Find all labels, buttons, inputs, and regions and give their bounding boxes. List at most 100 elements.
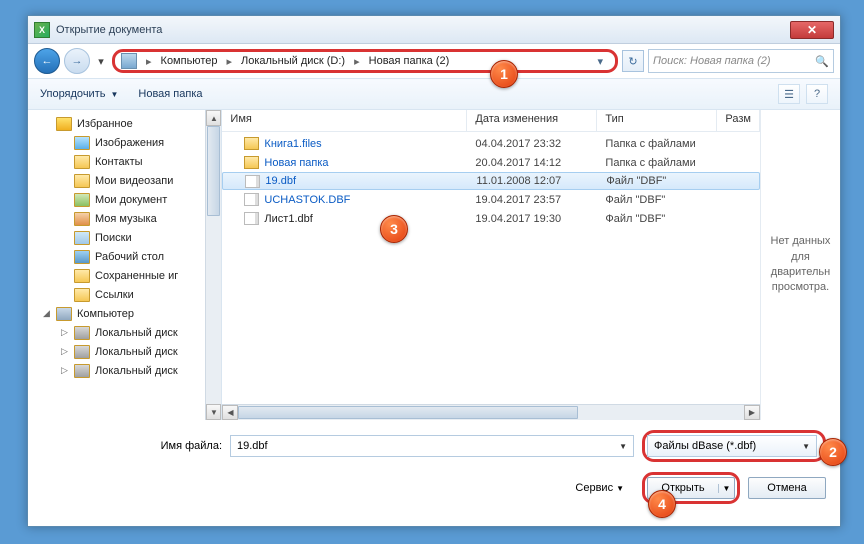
- column-size[interactable]: Разм: [717, 110, 760, 131]
- sidebar-item[interactable]: Избранное: [30, 114, 221, 133]
- file-icon: [245, 175, 260, 188]
- expand-icon[interactable]: ◢: [42, 308, 51, 319]
- new-folder-button[interactable]: Новая папка: [138, 88, 202, 100]
- sidebar-item[interactable]: ◢ Компьютер: [30, 304, 221, 323]
- close-button[interactable]: ✕: [790, 21, 834, 39]
- sidebar-item[interactable]: Рабочий стол: [30, 247, 221, 266]
- breadcrumb[interactable]: ▸ Компьютер ▸ Локальный диск (D:) ▸ Нова…: [112, 49, 618, 73]
- file-row[interactable]: 19.dbf11.01.2008 12:07Файл "DBF": [222, 172, 760, 190]
- filename-value: 19.dbf: [237, 440, 268, 452]
- column-headers: Имя Дата изменения Тип Разм: [222, 110, 760, 132]
- sidebar-item[interactable]: Ссылки: [30, 285, 221, 304]
- folder-icon: [56, 117, 72, 131]
- sidebar-item[interactable]: ▷ Локальный диск: [30, 323, 221, 342]
- callout-3: 3: [380, 215, 408, 243]
- file-row[interactable]: Лист1.dbf19.04.2017 19:30Файл "DBF": [222, 209, 760, 228]
- file-type: Файл "DBF": [598, 175, 718, 187]
- refresh-button[interactable]: ↻: [622, 50, 644, 72]
- sidebar-item-label: Изображения: [95, 137, 164, 149]
- chevron-down-icon: ▼: [619, 442, 627, 451]
- dialog-footer: Имя файла: 19.dbf ▼ Файлы dBase (*.dbf) …: [28, 420, 840, 516]
- sidebar-item[interactable]: Моя музыка: [30, 209, 221, 228]
- folder-icon: [74, 193, 90, 207]
- view-mode-button[interactable]: ☰: [778, 84, 800, 104]
- nav-bar: ← → ▾ ▸ Компьютер ▸ Локальный диск (D:) …: [28, 44, 840, 78]
- file-row[interactable]: Книга1.files04.04.2017 23:32Папка с файл…: [222, 134, 760, 153]
- sidebar-item-label: Моя музыка: [95, 213, 157, 225]
- expand-icon[interactable]: ▷: [60, 346, 69, 357]
- scroll-left-icon[interactable]: ◀: [222, 405, 238, 420]
- filename-input[interactable]: 19.dbf ▼: [230, 435, 634, 457]
- nav-forward-button[interactable]: →: [64, 48, 90, 74]
- expand-icon[interactable]: ▷: [60, 365, 69, 376]
- sidebar: Избранное Изображения Контакты Мои видеозап…: [28, 110, 222, 420]
- sidebar-item-label: Локальный диск: [95, 327, 178, 339]
- file-row[interactable]: UCHASTOK.DBF19.04.2017 23:57Файл "DBF": [222, 190, 760, 209]
- scroll-up-icon[interactable]: ▲: [206, 110, 221, 126]
- folder-icon: [74, 345, 90, 359]
- expand-icon[interactable]: ▷: [60, 327, 69, 338]
- folder-icon: [74, 250, 90, 264]
- open-split-dropdown[interactable]: ▼: [718, 484, 734, 493]
- sidebar-item-label: Рабочий стол: [95, 251, 164, 263]
- folder-icon: [74, 269, 90, 283]
- file-list: Имя Дата изменения Тип Разм Книга1.files…: [222, 110, 760, 420]
- file-type: Папка с файлами: [597, 157, 717, 169]
- sidebar-item[interactable]: Изображения: [30, 133, 221, 152]
- file-name: Книга1.files: [264, 138, 321, 150]
- search-input[interactable]: Поиск: Новая папка (2) 🔍: [648, 49, 834, 73]
- scroll-thumb[interactable]: [207, 126, 220, 216]
- file-name: 19.dbf: [265, 175, 296, 187]
- file-name: UCHASTOK.DBF: [264, 194, 350, 206]
- excel-icon: X: [34, 22, 50, 38]
- sidebar-item-label: Локальный диск: [95, 346, 178, 358]
- sidebar-item[interactable]: Сохраненные иг: [30, 266, 221, 285]
- sidebar-scrollbar[interactable]: ▲ ▼: [205, 110, 221, 420]
- sidebar-item[interactable]: Поиски: [30, 228, 221, 247]
- nav-back-button[interactable]: ←: [34, 48, 60, 74]
- scroll-down-icon[interactable]: ▼: [206, 404, 221, 420]
- filename-label: Имя файла:: [42, 440, 222, 452]
- folder-icon: [74, 136, 90, 150]
- breadcrumb-item[interactable]: Локальный диск (D:): [237, 53, 349, 69]
- search-placeholder: Поиск: Новая папка (2): [653, 55, 815, 67]
- file-row[interactable]: Новая папка20.04.2017 14:12Папка с файла…: [222, 153, 760, 172]
- help-button[interactable]: ?: [806, 84, 828, 104]
- folder-icon: [74, 326, 90, 340]
- folder-icon: [74, 174, 90, 188]
- service-menu[interactable]: Сервис▼: [575, 482, 624, 494]
- folder-icon: [74, 155, 90, 169]
- filter-value: Файлы dBase (*.dbf): [654, 440, 756, 452]
- dialog-title: Открытие документа: [56, 24, 162, 36]
- breadcrumb-item[interactable]: Компьютер: [157, 53, 222, 69]
- sidebar-item-label: Мои видеозапи: [95, 175, 173, 187]
- file-type: Папка с файлами: [597, 138, 717, 150]
- sidebar-item[interactable]: ▷Локальный диск: [30, 361, 221, 380]
- sidebar-item-label: Контакты: [95, 156, 143, 168]
- file-date: 19.04.2017 23:57: [467, 194, 597, 206]
- breadcrumb-dropdown[interactable]: ▾: [591, 55, 609, 68]
- chevron-right-icon: ▸: [221, 55, 237, 68]
- organize-button[interactable]: Упорядочить▼: [40, 88, 118, 100]
- sidebar-item-label: Поиски: [95, 232, 132, 244]
- sidebar-item[interactable]: Контакты: [30, 152, 221, 171]
- sidebar-item[interactable]: Мои документ: [30, 190, 221, 209]
- folder-icon: [244, 137, 259, 150]
- sidebar-item[interactable]: Мои видеозапи: [30, 171, 221, 190]
- folder-icon: [74, 364, 90, 378]
- sidebar-item[interactable]: ▷ Локальный диск: [30, 342, 221, 361]
- sidebar-item-label: Компьютер: [77, 308, 134, 320]
- column-type[interactable]: Тип: [597, 110, 717, 131]
- scroll-right-icon[interactable]: ▶: [744, 405, 760, 420]
- scroll-thumb[interactable]: [238, 406, 578, 419]
- sidebar-item-label: Мои документ: [95, 194, 167, 206]
- file-hscrollbar[interactable]: ◀ ▶: [222, 404, 760, 420]
- column-name[interactable]: Имя: [222, 110, 467, 131]
- breadcrumb-item[interactable]: Новая папка (2): [365, 53, 454, 69]
- file-name: Лист1.dbf: [264, 213, 312, 225]
- cancel-button[interactable]: Отмена: [748, 477, 826, 499]
- file-type-filter[interactable]: Файлы dBase (*.dbf) ▼: [647, 435, 817, 457]
- nav-history-dropdown[interactable]: ▾: [94, 51, 108, 71]
- chevron-right-icon: ▸: [141, 55, 157, 68]
- column-date[interactable]: Дата изменения: [467, 110, 597, 131]
